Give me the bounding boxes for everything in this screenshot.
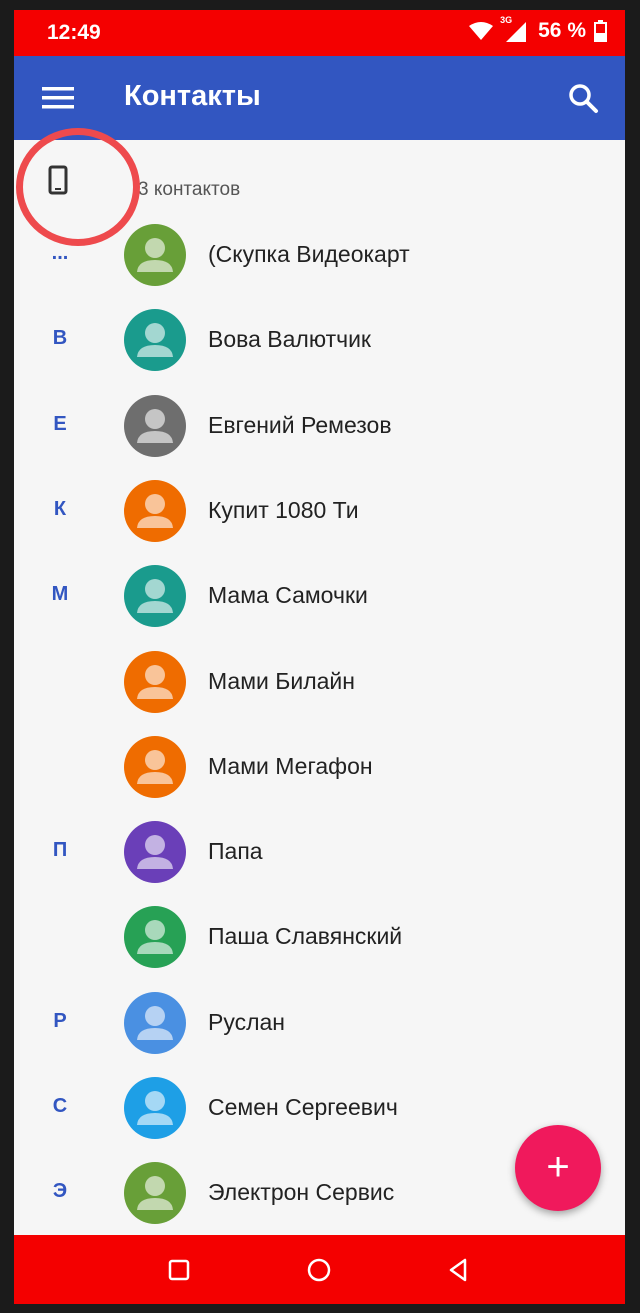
contact-name: Руслан bbox=[208, 1008, 285, 1035]
contact-avatar-icon bbox=[124, 309, 186, 372]
phone-screen: 12:49 3G 56 % Контакты 3 контактов ... (… bbox=[14, 10, 625, 1304]
contact-name: Семен Сергеевич bbox=[208, 1094, 398, 1120]
contact-avatar-icon bbox=[124, 1162, 186, 1225]
contact-row[interactable]: Паша Славянский bbox=[14, 894, 625, 979]
contact-row[interactable]: К Купит 1080 Ти bbox=[14, 468, 625, 553]
app-bar: Контакты bbox=[14, 56, 625, 140]
contact-avatar-icon bbox=[124, 479, 186, 542]
battery-icon bbox=[594, 20, 607, 42]
contact-row[interactable]: ... (Скупка Видеокарт bbox=[14, 212, 625, 297]
contact-name: Евгений Ремезов bbox=[208, 411, 392, 438]
contact-name: Мама Самочки bbox=[208, 582, 368, 609]
back-triangle-icon[interactable] bbox=[446, 1257, 472, 1283]
status-icons: 3G 56 % bbox=[468, 15, 607, 43]
add-contact-button[interactable]: + bbox=[515, 1125, 601, 1211]
navigation-bar bbox=[14, 1235, 625, 1304]
contact-row[interactable]: М Мама Самочки bbox=[14, 553, 625, 638]
network-type-label: 3G bbox=[500, 15, 513, 25]
section-letter: П bbox=[52, 839, 68, 862]
contact-avatar-icon bbox=[124, 394, 186, 457]
contact-avatar-icon bbox=[124, 224, 186, 286]
contact-avatar-icon bbox=[124, 991, 186, 1054]
contact-name: Паша Славянский bbox=[208, 923, 403, 950]
recents-square-icon[interactable] bbox=[166, 1257, 192, 1283]
contact-avatar-icon bbox=[124, 735, 186, 798]
section-letter: К bbox=[53, 497, 67, 520]
contact-avatar-icon bbox=[124, 565, 186, 628]
contact-name: Вова Валютчик bbox=[208, 326, 371, 353]
wifi-icon bbox=[469, 22, 494, 40]
contact-row[interactable]: В Вова Валютчик bbox=[14, 297, 625, 382]
section-letter: М bbox=[51, 583, 69, 606]
cellular-signal-icon: 3G bbox=[500, 15, 530, 43]
contact-row[interactable]: П Папа bbox=[14, 809, 625, 894]
status-bar: 12:49 3G 56 % bbox=[14, 10, 625, 56]
add-contact-icon: + bbox=[546, 1145, 570, 1189]
contact-row[interactable]: Р Руслан bbox=[14, 980, 625, 1065]
contact-name: Папа bbox=[208, 838, 263, 865]
section-letter: Э bbox=[52, 1180, 68, 1203]
battery-percent: 56 % bbox=[538, 19, 586, 42]
contact-row[interactable]: Мами Мегафон bbox=[14, 724, 625, 809]
contact-row[interactable]: Е Евгений Ремезов bbox=[14, 383, 625, 468]
contact-avatar-icon bbox=[124, 821, 186, 884]
section-letter: ... bbox=[51, 242, 69, 264]
page-title: Контакты bbox=[124, 80, 261, 112]
contact-name: (Скупка Видеокарт bbox=[208, 241, 410, 267]
status-time: 12:49 bbox=[47, 21, 101, 44]
section-letter: Е bbox=[53, 412, 67, 435]
contact-avatar-icon bbox=[124, 650, 186, 713]
contact-name: Купит 1080 Ти bbox=[208, 496, 359, 523]
hamburger-menu-icon[interactable] bbox=[38, 82, 78, 116]
contact-name: Мами Мегафон bbox=[208, 752, 373, 779]
section-letter: В bbox=[52, 327, 68, 350]
contact-avatar-icon bbox=[124, 1077, 186, 1139]
contact-row[interactable]: Мами Билайн bbox=[14, 639, 625, 724]
search-icon[interactable] bbox=[565, 80, 603, 118]
contact-name: Мами Билайн bbox=[208, 667, 355, 694]
section-letter: Р bbox=[53, 1009, 67, 1032]
contact-count: 3 контактов bbox=[138, 179, 241, 200]
home-circle-icon[interactable] bbox=[306, 1257, 332, 1283]
contact-avatar-icon bbox=[124, 906, 186, 969]
contact-name: Электрон Сервис bbox=[208, 1179, 395, 1206]
section-letter: С bbox=[52, 1095, 68, 1117]
